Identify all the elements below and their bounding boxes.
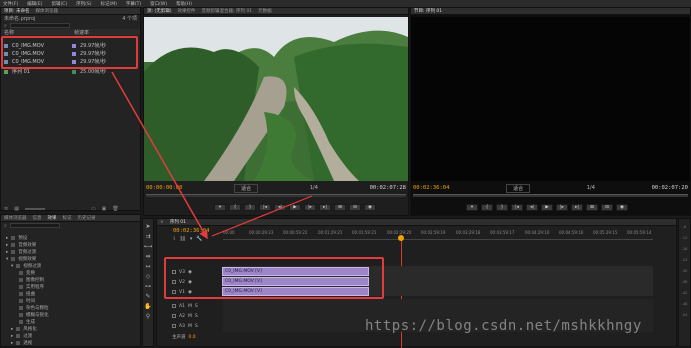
watermark: https://blog.csdn.net/mshkkhngy [365,318,642,334]
annotation-arrows [111,71,313,240]
annotation-arrow [111,71,208,240]
annotation-arrow [211,195,313,237]
